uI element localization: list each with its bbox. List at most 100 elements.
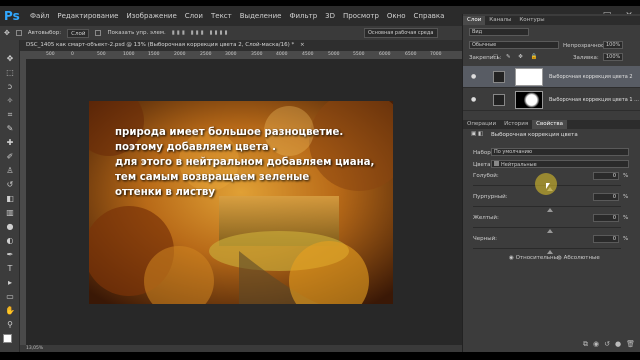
color-swatches[interactable] <box>3 334 17 348</box>
move-tool-icon[interactable]: ✥ <box>4 29 10 37</box>
slider-cyan-value[interactable]: 0 <box>593 172 619 180</box>
menu-file[interactable]: Файл <box>26 12 53 20</box>
preset-label: Набор: <box>473 150 493 156</box>
tab-properties[interactable]: Свойства <box>532 120 568 129</box>
layer-row-selective-color-2[interactable]: ● Выборочная коррекция цвета 2 <box>463 66 640 88</box>
radio-absolute[interactable]: ○ Абсолютные <box>557 255 600 261</box>
slider-black-value[interactable]: 0 <box>593 235 619 243</box>
menu-select[interactable]: Выделение <box>236 12 286 20</box>
tab-history[interactable]: История <box>500 120 532 129</box>
visibility-eye-icon[interactable]: ● <box>471 73 476 80</box>
radio-relative-label: Относительные <box>515 255 562 261</box>
slider-black-label: Черный: <box>473 236 498 242</box>
clip-to-layer-icon[interactable]: ⧉ <box>583 340 588 349</box>
menu-edit[interactable]: Редактирование <box>53 12 122 20</box>
fill-label: Заливка: <box>573 55 599 61</box>
tab-paths[interactable]: Контуры <box>515 16 548 25</box>
ruler-tick-label: 500 <box>97 52 106 57</box>
slider-magenta-track[interactable] <box>473 206 621 207</box>
path-select-icon[interactable]: ▸ <box>4 278 16 288</box>
menu-window[interactable]: Окно <box>383 12 410 20</box>
layer-filter-kind[interactable]: Вид <box>469 28 529 36</box>
workspace-dropdown[interactable]: Основная рабочая среда <box>364 28 438 38</box>
tab-actions[interactable]: Операции <box>463 120 500 129</box>
visibility-icon[interactable]: ● <box>615 340 621 348</box>
pen-tool-icon[interactable]: ✒ <box>4 250 16 260</box>
overlay-text-line-2: поэтому добавляем цвета . <box>115 142 277 153</box>
zoom-level[interactable]: 13,05% <box>26 346 43 351</box>
menu-filter[interactable]: Фильтр <box>285 12 321 20</box>
reset-icon[interactable]: ↺ <box>604 340 610 348</box>
layer-mask-thumbnail[interactable] <box>515 68 543 86</box>
slider-yellow-label: Желтый: <box>473 215 499 221</box>
adjustment-icons: ▣ ◧ <box>471 131 484 137</box>
type-tool-icon[interactable]: T <box>4 264 16 274</box>
slider-yellow-knob[interactable] <box>547 229 553 233</box>
eraser-tool-icon[interactable]: ◧ <box>4 194 16 204</box>
document-image[interactable]: природа имеет большое разноцветие. поэто… <box>89 101 393 304</box>
slider-black-track[interactable] <box>473 248 621 249</box>
brush-tool-icon[interactable]: ✐ <box>4 152 16 162</box>
slider-magenta-knob[interactable] <box>547 208 553 212</box>
visibility-eye-icon[interactable]: ● <box>471 96 476 103</box>
ruler-tick-label: 5000 <box>328 52 340 57</box>
foreground-color-swatch[interactable] <box>3 334 12 343</box>
layer-row-selective-color-1[interactable]: ● Выборочная коррекция цвета 1 ... <box>463 89 640 111</box>
close-tab-icon[interactable]: × <box>300 42 305 48</box>
lasso-tool-icon[interactable]: ↄ <box>4 82 16 92</box>
ruler-tick-label: 1500 <box>148 52 160 57</box>
neutral-swatch <box>494 161 499 166</box>
colors-dropdown[interactable]: Нейтральные <box>491 160 629 168</box>
colors-label: Цвета: <box>473 162 493 168</box>
ruler-tick-label: 500 <box>46 52 55 57</box>
auto-select-checkbox[interactable] <box>15 30 22 36</box>
radio-relative[interactable]: ◉ Относительные <box>509 255 561 261</box>
trash-icon[interactable]: 🗑 <box>626 340 635 348</box>
tab-channels[interactable]: Каналы <box>485 16 515 25</box>
menu-help[interactable]: Справка <box>410 12 449 20</box>
healing-brush-icon[interactable]: ✚ <box>4 138 16 148</box>
blur-tool-icon[interactable]: ● <box>4 222 16 232</box>
eyedropper-icon[interactable]: ✎ <box>4 124 16 134</box>
ruler-tick-label: 6500 <box>405 52 417 57</box>
slider-cyan-label: Голубой: <box>473 173 499 179</box>
properties-panel-tabs: Операции История Свойства <box>463 120 640 129</box>
lock-icons[interactable]: ▢ ✎ ✥ 🔒 <box>493 54 541 60</box>
align-icons[interactable]: ▮▮▮ ▮▮▮ ▮▮▮▮ <box>172 30 230 36</box>
crop-tool-icon[interactable]: ⌗ <box>4 110 16 120</box>
history-brush-icon[interactable]: ↺ <box>4 180 16 190</box>
slider-black-knob[interactable] <box>547 250 553 254</box>
show-controls-checkbox[interactable] <box>95 30 102 36</box>
menu-type[interactable]: Текст <box>207 12 236 20</box>
tools-panel: ✥ ⬚ ↄ ✧ ⌗ ✎ ✚ ✐ ♙ ↺ ◧ ▥ ● ◐ ✒ T ▸ ▭ ✋ ⚲ <box>0 40 20 352</box>
opacity-input[interactable]: 100% <box>603 41 623 49</box>
dodge-tool-icon[interactable]: ◐ <box>4 236 16 246</box>
layers-panel-tabs: Слои Каналы Контуры <box>463 16 640 25</box>
marquee-tool-icon[interactable]: ⬚ <box>4 68 16 78</box>
overlay-text-line-1: природа имеет большое разноцветие. <box>115 127 344 138</box>
layer-mask-thumbnail[interactable] <box>515 91 543 109</box>
menu-3d[interactable]: 3D <box>321 12 339 20</box>
blend-mode-dropdown[interactable]: Обычные <box>469 41 559 49</box>
view-previous-icon[interactable]: ◉ <box>593 340 599 348</box>
slider-yellow-track[interactable] <box>473 227 621 228</box>
ruler-tick-label: 2000 <box>174 52 186 57</box>
overlay-text-line-5: оттенки в листву <box>115 187 215 198</box>
slider-yellow-value[interactable]: 0 <box>593 214 619 222</box>
move-tool-icon[interactable]: ✥ <box>4 54 16 64</box>
gradient-tool-icon[interactable]: ▥ <box>4 208 16 218</box>
slider-magenta-value[interactable]: 0 <box>593 193 619 201</box>
zoom-tool-icon[interactable]: ⚲ <box>4 320 16 330</box>
menu-view[interactable]: Просмотр <box>339 12 383 20</box>
magic-wand-icon[interactable]: ✧ <box>4 96 16 106</box>
menu-layers[interactable]: Слои <box>181 12 207 20</box>
fill-input[interactable]: 100% <box>603 53 623 61</box>
tab-layers[interactable]: Слои <box>463 16 486 25</box>
stamp-tool-icon[interactable]: ♙ <box>4 166 16 176</box>
menu-image[interactable]: Изображение <box>122 12 180 20</box>
document-tab[interactable]: DSC_1405 как смарт-объект-2.psd @ 13% (В… <box>20 40 462 51</box>
hand-tool-icon[interactable]: ✋ <box>4 306 16 316</box>
preset-dropdown[interactable]: По умолчанию <box>491 148 629 156</box>
auto-select-dropdown[interactable]: Слой <box>67 28 90 38</box>
shape-tool-icon[interactable]: ▭ <box>4 292 16 302</box>
